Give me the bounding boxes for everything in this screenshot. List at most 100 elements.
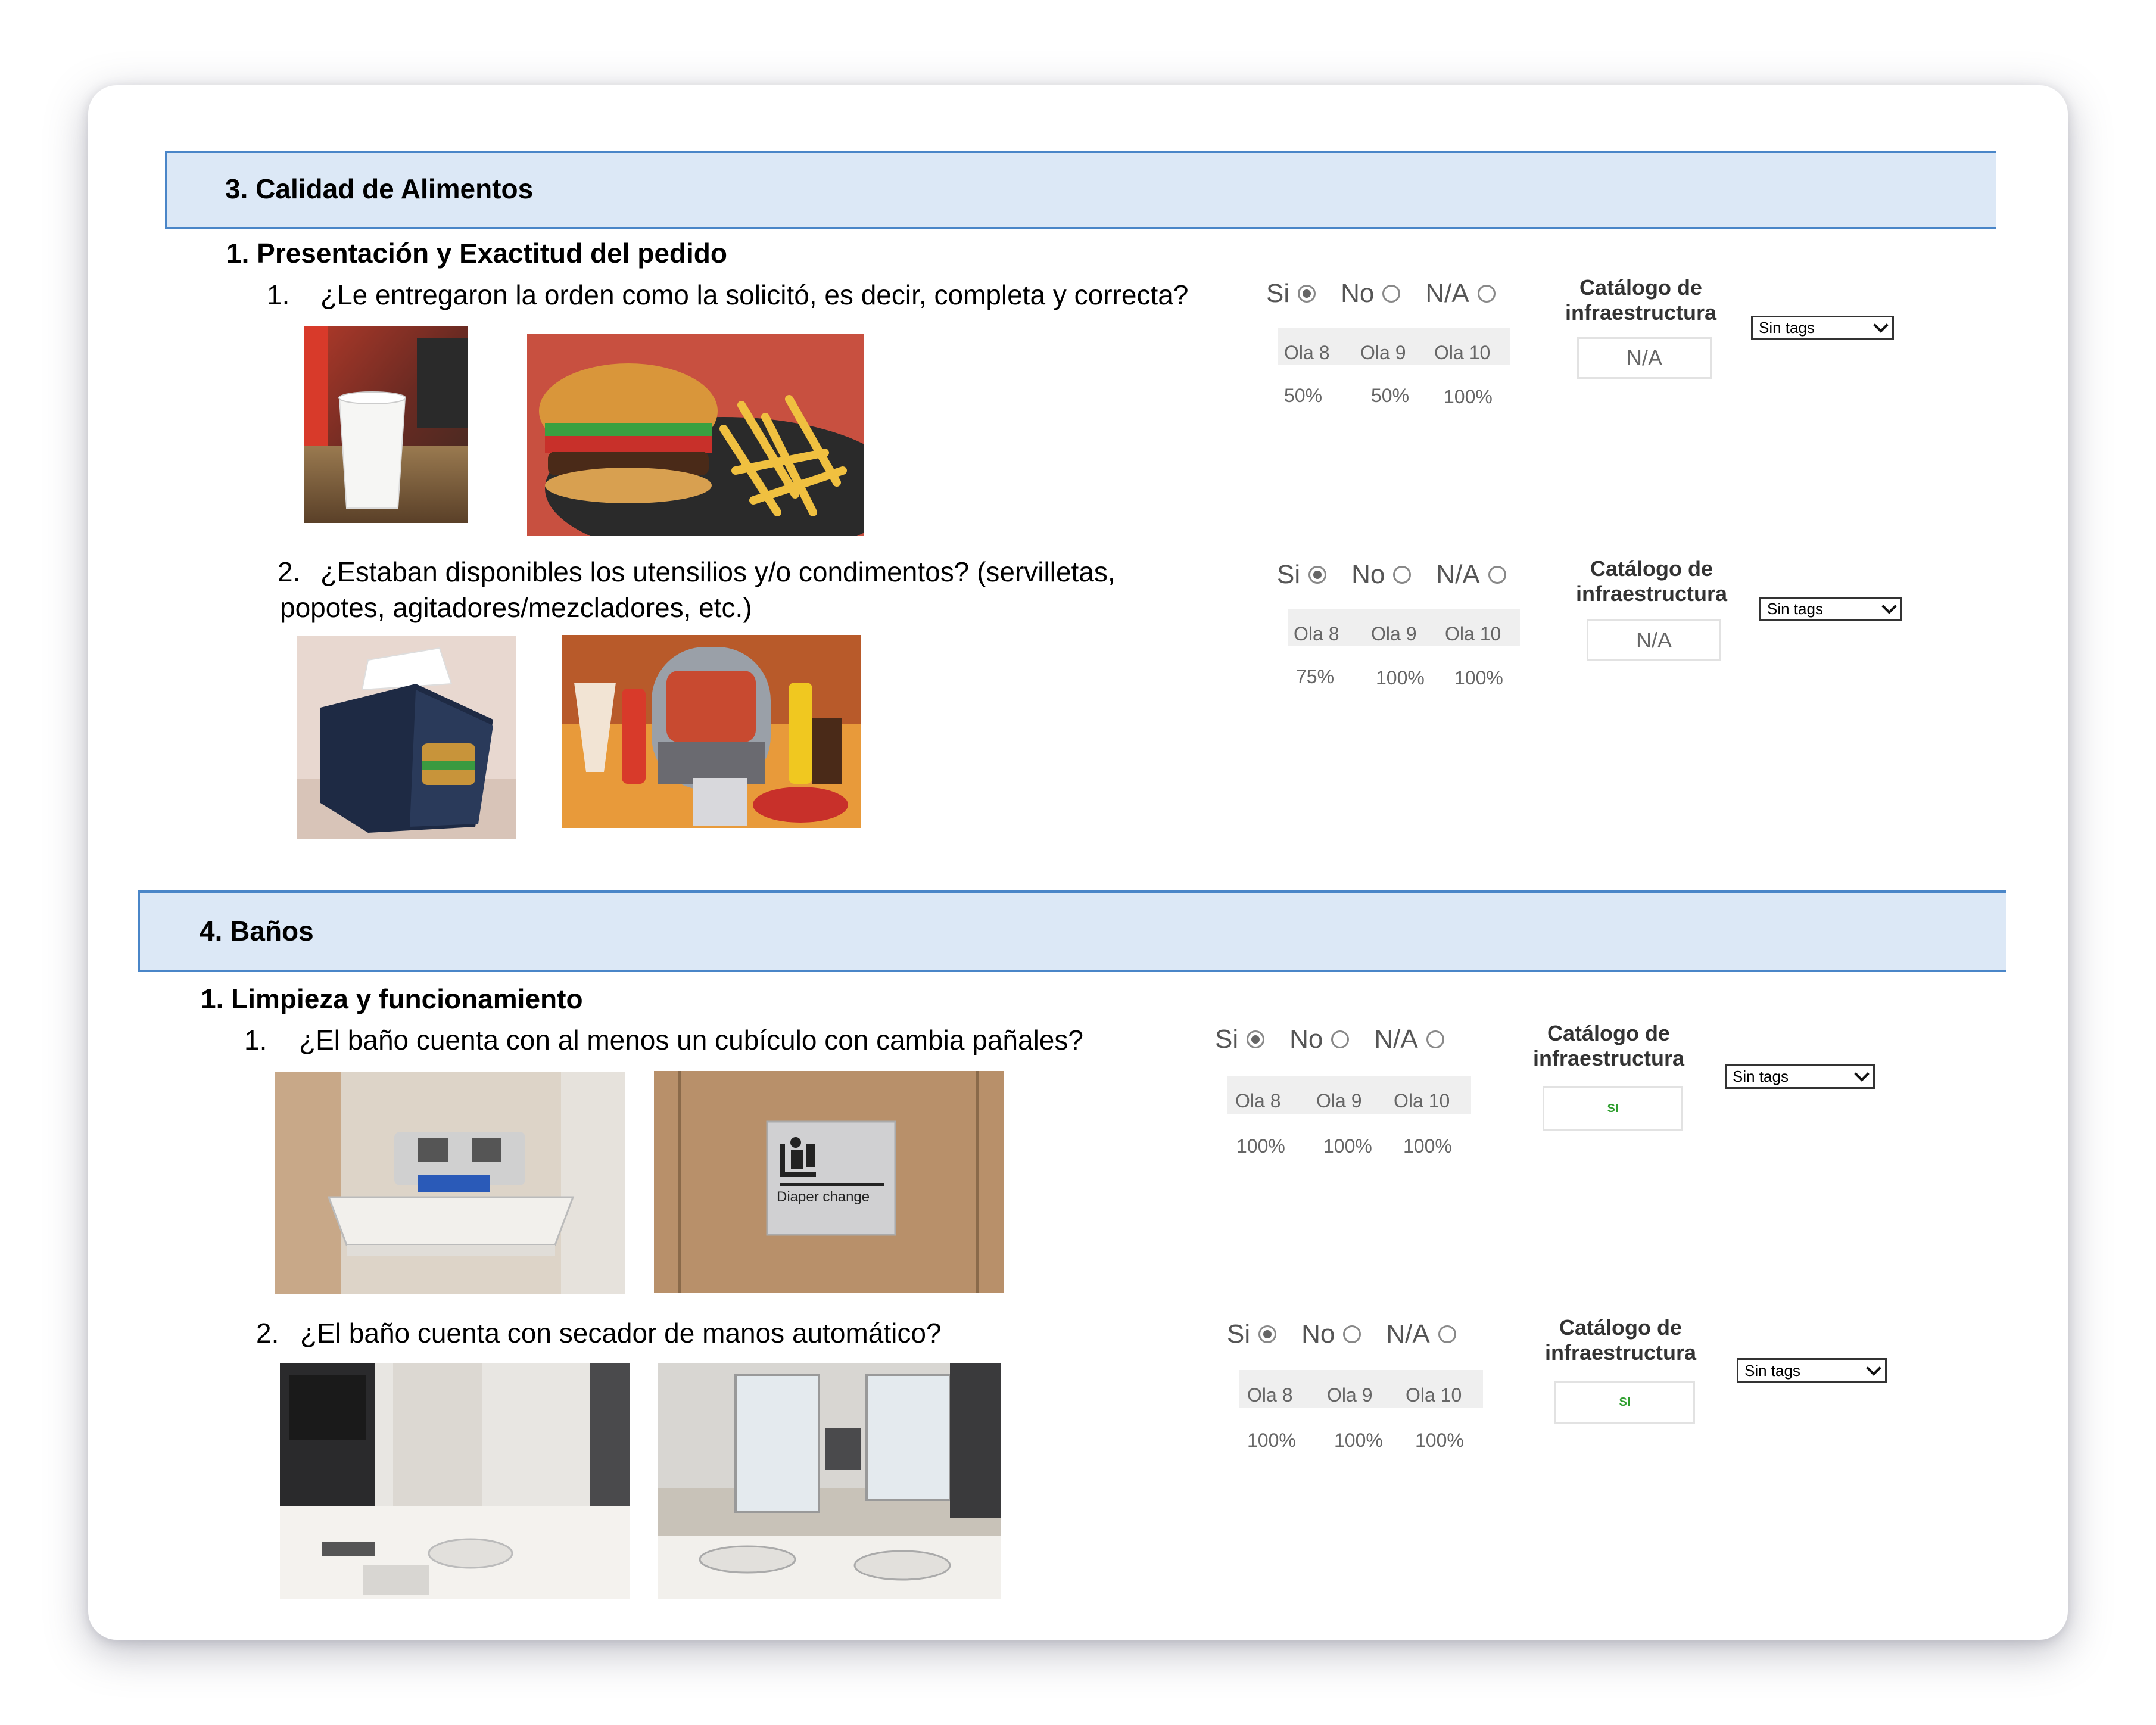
wave-label: Ola 10 [1394, 1090, 1450, 1111]
radio-selected-icon[interactable] [1258, 1325, 1277, 1343]
answer-options: Si No N/A [1215, 1025, 1444, 1054]
catalog-value-box: SI [1554, 1381, 1695, 1424]
wave-label: Ola 8 [1247, 1384, 1293, 1406]
wave-value: 100% [1454, 667, 1503, 689]
wave-label: Ola 9 [1316, 1090, 1362, 1111]
wave-value: 100% [1334, 1430, 1383, 1451]
section-title: 3. Calidad de Alimentos [225, 173, 534, 204]
photo-changing-table-svg [275, 1072, 625, 1294]
wave-value: 75% [1296, 666, 1335, 687]
catalog-title-line1: Catálogo de [1547, 1021, 1670, 1045]
answer-options: Si No N/A [1227, 1319, 1456, 1349]
catalog-title-line1: Catálogo de [1559, 1315, 1682, 1340]
wave-label: Ola 9 [1371, 623, 1417, 644]
tags-select[interactable]: Sin tags [1751, 316, 1894, 340]
subsection-title: 1. Presentación y Exactitud del pedido [226, 238, 728, 269]
wave-label: Ola 9 [1360, 342, 1406, 363]
answer-options: Si No N/A [1266, 279, 1496, 309]
radio-unselected-icon[interactable] [1426, 1030, 1444, 1048]
tags-select-value: Sin tags [1759, 318, 1815, 337]
wave-label: Ola 8 [1235, 1090, 1281, 1111]
tags-select-value: Sin tags [1767, 599, 1823, 618]
wave-label: Ola 9 [1327, 1384, 1373, 1406]
radio-unselected-icon[interactable] [1393, 566, 1412, 584]
subsection-title: 1. Limpieza y funcionamiento [201, 983, 583, 1014]
wave-label: Ola 8 [1284, 342, 1330, 363]
radio-unselected-icon[interactable] [1438, 1325, 1456, 1343]
photo-bathroom-sink-1-svg [280, 1363, 630, 1599]
catalog-title: Catálogo de infraestructura [1528, 1021, 1689, 1071]
radio-selected-icon[interactable] [1298, 285, 1316, 303]
photo-white-cup [304, 326, 468, 523]
catalog-title-line2: infraestructura [1532, 1046, 1685, 1070]
catalog-title-line2: infraestructura [1565, 300, 1717, 325]
wave-value: 50% [1284, 385, 1323, 406]
option-no-label: No [1289, 1025, 1323, 1054]
catalog-value-box: SI [1543, 1086, 1683, 1131]
catalog-value-box: N/A [1587, 619, 1721, 661]
option-si-label: Si [1227, 1319, 1251, 1349]
option-na-label: N/A [1436, 560, 1480, 589]
question-text: ¿El baño cuenta con secador de manos aut… [300, 1318, 942, 1349]
tags-select[interactable]: Sin tags [1725, 1064, 1875, 1089]
wave-value: 100% [1236, 1135, 1285, 1157]
radio-selected-icon[interactable] [1308, 566, 1327, 584]
wave-value: 100% [1376, 667, 1425, 689]
question-text: ¿Le entregaron la orden como la solicitó… [320, 279, 1189, 310]
radio-selected-icon[interactable] [1247, 1030, 1265, 1048]
wave-label: Ola 10 [1445, 623, 1501, 644]
chevron-down-icon [1873, 317, 1889, 333]
radio-unselected-icon[interactable] [1343, 1325, 1361, 1343]
photo-diaper-sign: Diaper change [654, 1071, 1004, 1293]
question-number: 2. [256, 1318, 279, 1349]
section-header-bathrooms [138, 890, 2006, 972]
photo-burger-fries-svg [527, 334, 864, 536]
wave-label: Ola 10 [1434, 342, 1491, 363]
photo-jukebox-diner-svg [562, 635, 861, 828]
radio-unselected-icon[interactable] [1382, 285, 1401, 303]
photo-changing-table [275, 1072, 625, 1294]
chevron-down-icon [1881, 599, 1897, 614]
photo-bathroom-sink-2-svg [658, 1363, 1001, 1599]
wave-label: Ola 10 [1406, 1384, 1462, 1406]
photo-napkin-dispenser [297, 636, 516, 839]
photo-bathroom-sink-2 [658, 1363, 1001, 1599]
catalog-title-line2: infraestructura [1575, 581, 1728, 606]
question-text: ¿Estaban disponibles los utensilios y/o … [280, 556, 1116, 623]
diaper-sign-text: Diaper change [777, 1189, 870, 1205]
chevron-down-icon [1854, 1066, 1870, 1082]
option-na-label: N/A [1374, 1025, 1418, 1054]
question-text: ¿El baño cuenta con al menos un cubículo… [299, 1025, 1083, 1055]
catalog-title: Catálogo de infraestructura [1560, 275, 1721, 325]
photo-burger-fries [527, 334, 864, 536]
radio-unselected-icon[interactable] [1331, 1030, 1350, 1048]
radio-unselected-icon[interactable] [1477, 285, 1496, 303]
photo-jukebox-diner [562, 635, 861, 828]
catalog-title-line1: Catálogo de [1579, 275, 1702, 300]
option-si-label: Si [1277, 560, 1301, 589]
photo-napkin-dispenser-svg [297, 636, 516, 839]
catalog-title: Catálogo de infraestructura [1540, 1315, 1701, 1365]
tags-select[interactable]: Sin tags [1759, 597, 1902, 621]
photo-white-cup-svg [304, 326, 468, 523]
wave-value: 100% [1247, 1430, 1296, 1451]
option-no-label: No [1351, 560, 1385, 589]
section-title: 4. Baños [200, 916, 314, 946]
tags-select-value: Sin tags [1744, 1361, 1800, 1380]
chevron-down-icon [1866, 1360, 1881, 1376]
photo-diaper-sign-svg [654, 1071, 1004, 1293]
catalog-title-line1: Catálogo de [1590, 556, 1713, 581]
catalog-title: Catálogo de infraestructura [1571, 556, 1732, 606]
option-no-label: No [1341, 279, 1375, 308]
catalog-value-box: N/A [1577, 337, 1712, 379]
tags-select[interactable]: Sin tags [1737, 1358, 1887, 1383]
radio-unselected-icon[interactable] [1488, 566, 1506, 584]
question-number: 1. [267, 279, 290, 310]
wave-value: 100% [1323, 1135, 1372, 1157]
wave-value: 100% [1444, 386, 1493, 407]
tags-select-value: Sin tags [1733, 1067, 1789, 1085]
answer-options: Si No N/A [1277, 560, 1506, 590]
option-na-label: N/A [1425, 279, 1469, 308]
option-si-label: Si [1266, 279, 1290, 308]
option-no-label: No [1301, 1319, 1335, 1349]
